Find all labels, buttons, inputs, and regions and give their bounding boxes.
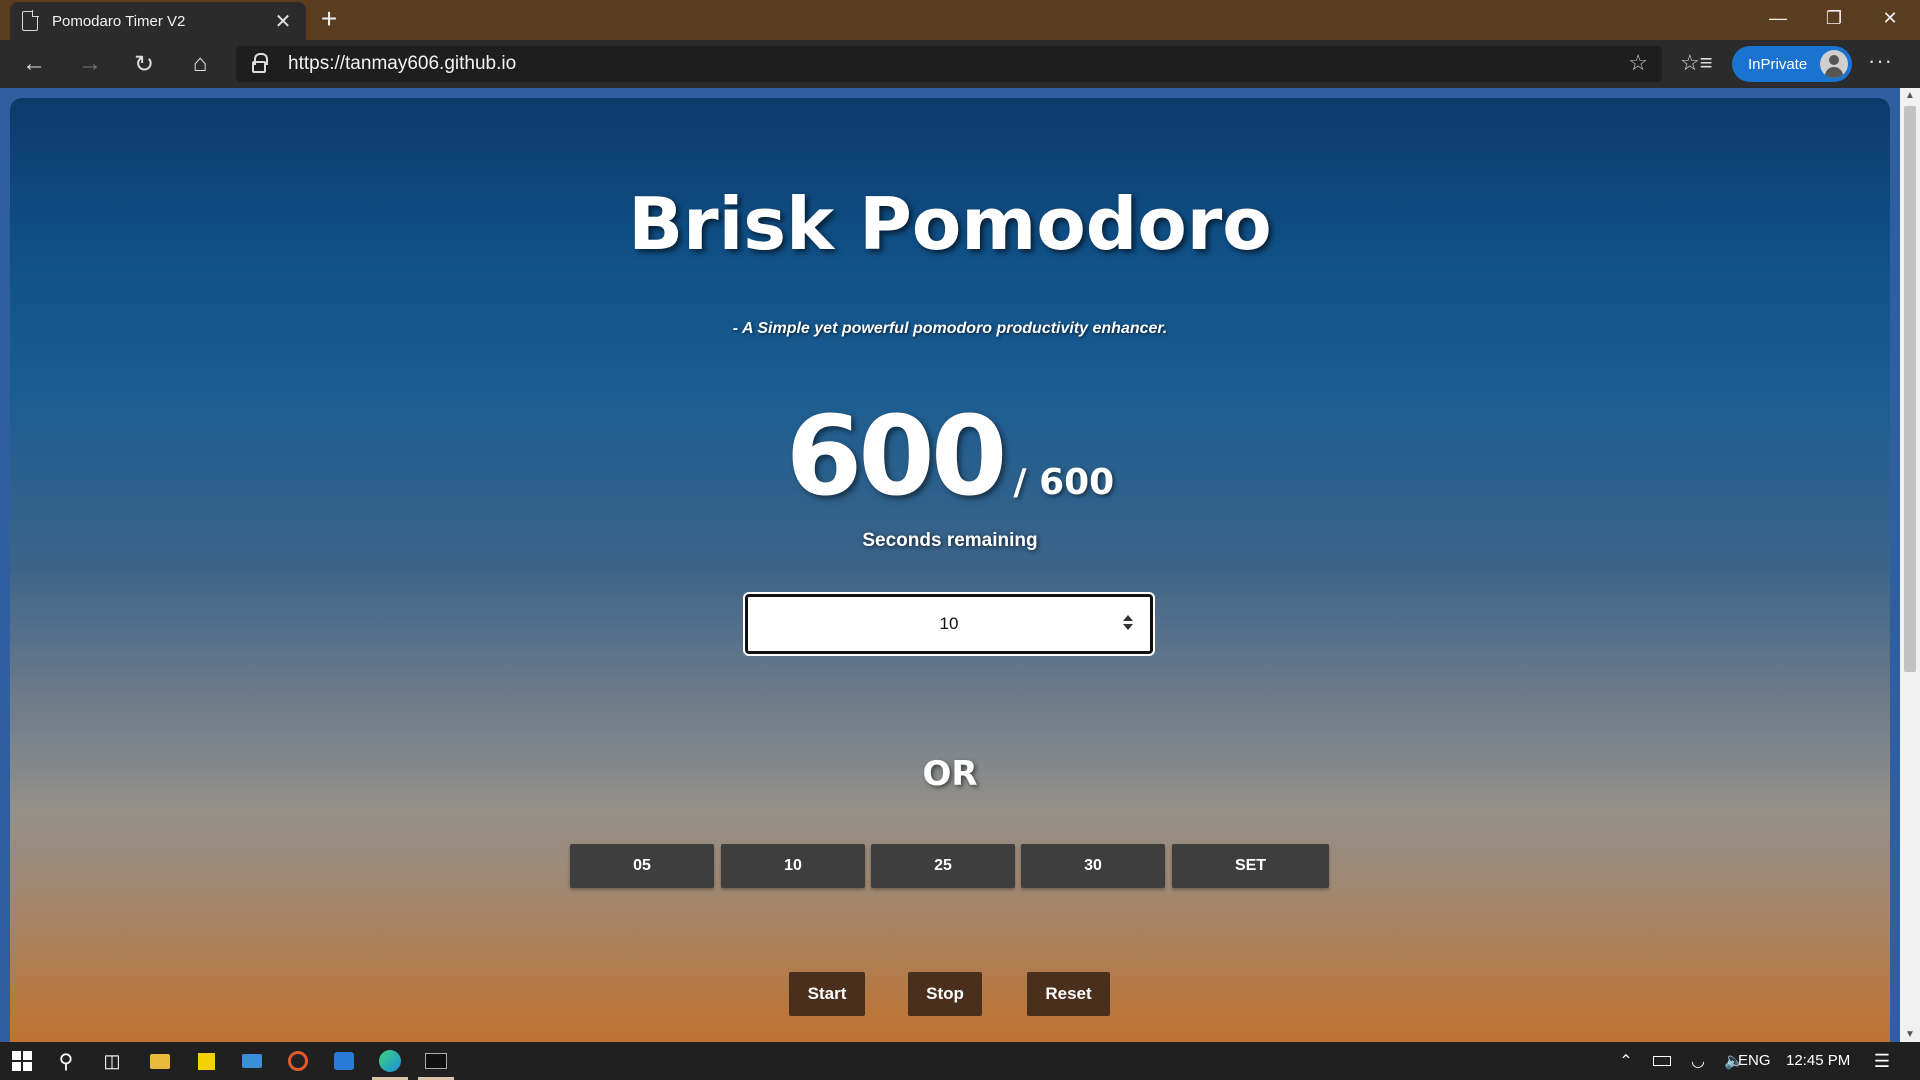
preset-10-button[interactable]: 10 (721, 844, 865, 888)
media-player-icon[interactable] (276, 1042, 320, 1080)
terminal-icon[interactable] (414, 1042, 458, 1080)
start-menu-icon[interactable] (0, 1042, 44, 1080)
edge-browser-icon[interactable] (368, 1042, 412, 1080)
home-icon[interactable]: ⌂ (182, 48, 218, 80)
seconds-remaining-label: Seconds remaining (862, 530, 1038, 551)
timer-total: / 600 (1013, 462, 1115, 503)
restore-icon[interactable]: ❐ (1806, 0, 1862, 36)
browser-toolbar: ← → ↻ ⌂ https://tanmay606.github.io ☆ ☆≡… (0, 40, 1920, 88)
browser-tab[interactable]: Pomodaro Timer V2 ✕ (10, 2, 306, 40)
minutes-input-box[interactable] (743, 592, 1155, 656)
app-icon[interactable] (322, 1042, 366, 1080)
preset-05-button[interactable]: 05 (570, 844, 714, 888)
mail-icon[interactable] (230, 1042, 274, 1080)
profile-avatar-icon (1820, 50, 1848, 78)
reset-button[interactable]: Reset (1027, 972, 1110, 1016)
scrollbar-thumb[interactable] (1904, 106, 1916, 672)
notifications-icon[interactable]: ☰ (1860, 1042, 1904, 1080)
favorite-star-icon[interactable]: ☆ (1628, 50, 1648, 76)
language-indicator[interactable]: ENG (1738, 1052, 1771, 1069)
new-tab-button[interactable]: + (314, 4, 344, 34)
preset-30-button[interactable]: 30 (1021, 844, 1165, 888)
back-arrow-icon[interactable]: ← (16, 48, 52, 80)
address-bar[interactable]: https://tanmay606.github.io ☆ (236, 46, 1662, 82)
spinner-up-icon[interactable] (1123, 615, 1133, 621)
clock[interactable]: 12:45 PM (1786, 1052, 1850, 1069)
spinner-down-icon[interactable] (1123, 624, 1133, 630)
tagline: - A Simple yet powerful pomodoro product… (732, 320, 1168, 337)
more-options-icon[interactable]: ··· (1868, 48, 1893, 74)
vertical-scrollbar[interactable]: ▲ ▼ (1900, 88, 1920, 1042)
favorites-icon[interactable]: ☆≡ (1680, 50, 1713, 76)
tab-close-icon[interactable]: ✕ (272, 9, 294, 34)
windows-taskbar: ⚲ ◫ ⌃ ◡ 🔈 ENG 12:45 PM ☰ (0, 1042, 1920, 1080)
number-spinner-icon[interactable] (1122, 615, 1134, 633)
inprivate-button[interactable]: InPrivate (1732, 46, 1852, 82)
stop-button[interactable]: Stop (908, 972, 982, 1016)
browser-titlebar: Pomodaro Timer V2 ✕ + — ❐ ✕ (0, 0, 1920, 40)
inprivate-label: InPrivate (1748, 55, 1808, 73)
window-close-icon[interactable]: ✕ (1862, 0, 1918, 36)
minutes-input[interactable] (748, 597, 1150, 651)
page-title: Brisk Pomodoro (628, 182, 1272, 266)
url-text[interactable]: https://tanmay606.github.io (288, 53, 516, 75)
or-label: OR (922, 754, 978, 794)
tab-title: Pomodaro Timer V2 (52, 12, 186, 30)
file-explorer-icon[interactable] (138, 1042, 182, 1080)
forward-arrow-icon[interactable]: → (72, 48, 108, 80)
lock-icon[interactable] (252, 53, 268, 73)
refresh-icon[interactable]: ↻ (126, 48, 162, 80)
set-button[interactable]: SET (1172, 844, 1329, 888)
sticky-notes-icon[interactable] (184, 1042, 228, 1080)
page-icon (22, 10, 39, 31)
timer-display: 600 / 600 (10, 392, 1890, 520)
scroll-up-icon[interactable]: ▲ (1900, 90, 1920, 101)
task-view-icon[interactable]: ◫ (90, 1042, 134, 1080)
preset-25-button[interactable]: 25 (871, 844, 1015, 888)
start-button[interactable]: Start (789, 972, 865, 1016)
timer-remaining: 600 (785, 392, 1008, 520)
page-viewport: Brisk Pomodoro - A Simple yet powerful p… (0, 88, 1900, 1042)
search-icon[interactable]: ⚲ (44, 1042, 88, 1080)
pomodoro-hero: Brisk Pomodoro - A Simple yet powerful p… (10, 98, 1890, 1042)
scroll-down-icon[interactable]: ▼ (1900, 1029, 1920, 1040)
minimize-icon[interactable]: — (1750, 0, 1806, 36)
